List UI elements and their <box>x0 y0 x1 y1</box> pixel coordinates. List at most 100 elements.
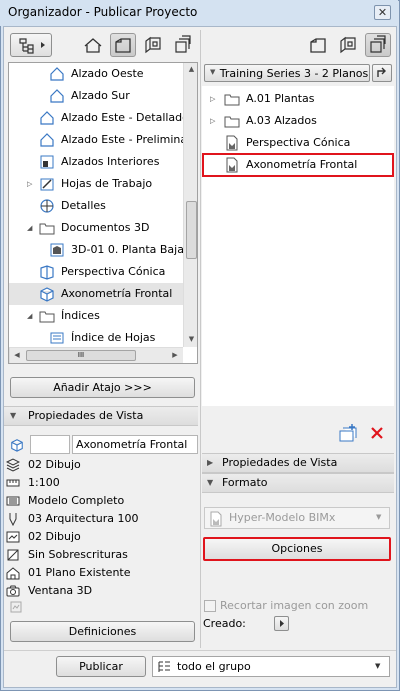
tree-item[interactable]: ▷ Hojas de Trabajo <box>9 173 183 195</box>
new-folder-button[interactable] <box>337 423 359 443</box>
tree-item[interactable]: Alzado Este - Detallado <box>9 107 189 129</box>
publisher-sets-button[interactable] <box>365 33 391 57</box>
view-properties-header[interactable]: ▼ Propiedades de Vista <box>4 406 198 426</box>
tree-vertical-scrollbar[interactable]: ▲ ▼ <box>183 63 197 347</box>
collapse-arrow-icon[interactable]: ◢ <box>27 217 32 239</box>
publisher-set-tree[interactable]: ▷ A.01 Plantas ▷ A.03 Alzados Perspectiv… <box>202 86 394 406</box>
layers-icon <box>6 458 20 472</box>
publisher-sets-button[interactable] <box>170 33 196 57</box>
tree-item[interactable]: Alzado Este - Preliminar <box>9 129 192 151</box>
title-bar[interactable]: Organizador - Publicar Proyecto ✕ <box>0 0 398 26</box>
tree-item[interactable]: ◢ Índices <box>9 305 183 327</box>
perspective-icon <box>40 265 54 280</box>
pen-icon <box>9 513 17 526</box>
crop-checkbox[interactable] <box>204 600 216 612</box>
scale-icon <box>6 479 20 487</box>
tree-item[interactable]: Perspectiva Cónica <box>9 261 183 283</box>
expand-arrow-icon[interactable]: ▷ <box>27 173 32 195</box>
elevation-icon <box>40 133 54 147</box>
folder-icon <box>224 116 240 128</box>
tree-item[interactable]: 3D-01 0. Planta Baja <box>9 239 184 261</box>
model-view-icon <box>6 531 20 543</box>
scroll-right-icon[interactable]: ▶ <box>170 351 180 359</box>
publisher-set-dropdown[interactable]: ▼ Training Series 3 - 2 Planos <box>204 64 370 82</box>
tree-item[interactable]: ◢ Documentos 3D <box>9 217 183 239</box>
publish-button[interactable]: Publicar <box>56 656 146 677</box>
worksheet-icon <box>40 178 54 191</box>
override-icon <box>7 549 19 561</box>
view-map-tree[interactable]: Alzado Oeste Alzado Sur Alzado Este - De… <box>8 62 198 364</box>
tree-horizontal-scrollbar[interactable]: ◀ III ▶ <box>9 347 183 363</box>
created-info-button[interactable] <box>274 616 289 631</box>
collapse-arrow-icon: ▼ <box>207 478 214 487</box>
tree-item[interactable]: Índice de Hojas <box>9 327 183 349</box>
bimx-icon <box>210 511 222 527</box>
delete-button[interactable] <box>367 423 389 443</box>
tree-item-highlighted[interactable]: Axonometría Frontal <box>202 153 394 177</box>
view-name-field[interactable]: Axonometría Frontal <box>72 435 198 454</box>
list-tree-icon <box>158 661 170 672</box>
scroll-down-icon[interactable]: ▼ <box>184 335 197 343</box>
format-select: Hyper-Modelo BIMx ▼ <box>204 507 390 529</box>
project-map-button[interactable] <box>80 33 106 57</box>
new-folder-icon <box>339 424 357 442</box>
view-map-button[interactable] <box>110 33 136 57</box>
layout-book-button[interactable] <box>335 33 361 57</box>
publisher-sets-icon <box>175 35 191 53</box>
layout-book-button[interactable] <box>140 33 166 57</box>
tree-item[interactable]: ▷ A.01 Plantas <box>202 88 392 110</box>
crop-checkbox-label: Recortar imagen con zoom <box>220 599 369 612</box>
layout-book-icon <box>340 36 356 54</box>
renovation-icon <box>6 567 20 580</box>
tree-item[interactable]: Alzado Sur <box>9 85 183 107</box>
view-map-icon <box>310 38 326 53</box>
folder-icon <box>39 311 55 323</box>
folder-icon <box>39 223 55 235</box>
tree-item[interactable]: ▷ A.03 Alzados <box>202 110 392 132</box>
options-button[interactable]: Opciones <box>203 537 391 561</box>
expand-arrow-icon[interactable]: ▷ <box>210 88 215 110</box>
tree-item[interactable]: Detalles <box>9 195 183 217</box>
dropdown-arrow-icon: ▼ <box>375 662 381 670</box>
window-title: Organizador - Publicar Proyecto <box>8 5 198 19</box>
collapse-arrow-icon: ▼ <box>10 411 17 420</box>
view-mode-button[interactable] <box>10 33 52 57</box>
right-view-properties-header[interactable]: ▶ Propiedades de Vista <box>202 453 394 473</box>
zoom-icon <box>10 601 22 613</box>
play-arrow-icon <box>280 620 284 627</box>
expand-arrow-icon[interactable]: ▷ <box>210 110 215 132</box>
structure-icon <box>6 496 20 506</box>
folder-icon <box>224 94 240 106</box>
delete-icon <box>371 427 383 439</box>
view-map-button[interactable] <box>305 33 331 57</box>
scroll-up-icon[interactable]: ▲ <box>184 65 197 73</box>
format-header[interactable]: ▼ Formato <box>202 473 394 493</box>
tree-view-icon <box>19 38 45 54</box>
scroll-thumb[interactable] <box>186 201 197 259</box>
tree-item[interactable]: Alzados Interiores <box>9 151 183 173</box>
axonometry-icon <box>40 287 54 302</box>
collapse-arrow-icon[interactable]: ◢ <box>27 305 32 327</box>
publisher-sets-icon <box>370 35 386 53</box>
panel-divider[interactable] <box>200 30 201 648</box>
go-up-button[interactable] <box>372 64 392 82</box>
definitions-button[interactable]: Definiciones <box>10 621 195 642</box>
tree-item[interactable]: Perspectiva Cónica <box>202 132 392 154</box>
layout-book-icon <box>145 36 161 54</box>
close-button[interactable]: ✕ <box>374 5 391 20</box>
view-map-icon <box>115 38 131 53</box>
tree-item[interactable]: Alzado Oeste <box>9 63 183 85</box>
elevation-icon <box>50 67 64 81</box>
dropdown-arrow-icon: ▼ <box>376 513 382 521</box>
tree-item-selected[interactable]: Axonometría Frontal <box>9 283 183 305</box>
scroll-thumb[interactable]: III <box>26 350 136 361</box>
scroll-left-icon[interactable]: ◀ <box>12 351 22 359</box>
document-3d-icon <box>50 243 64 257</box>
view-id-field[interactable] <box>30 435 70 454</box>
house-icon <box>84 38 102 53</box>
detail-icon <box>40 199 54 213</box>
group-select[interactable]: todo el grupo ▼ <box>152 656 390 677</box>
add-shortcut-button[interactable]: Añadir Atajo >>> <box>10 377 195 398</box>
publish-item-icon <box>226 135 238 151</box>
view-cube-icon <box>11 439 23 452</box>
